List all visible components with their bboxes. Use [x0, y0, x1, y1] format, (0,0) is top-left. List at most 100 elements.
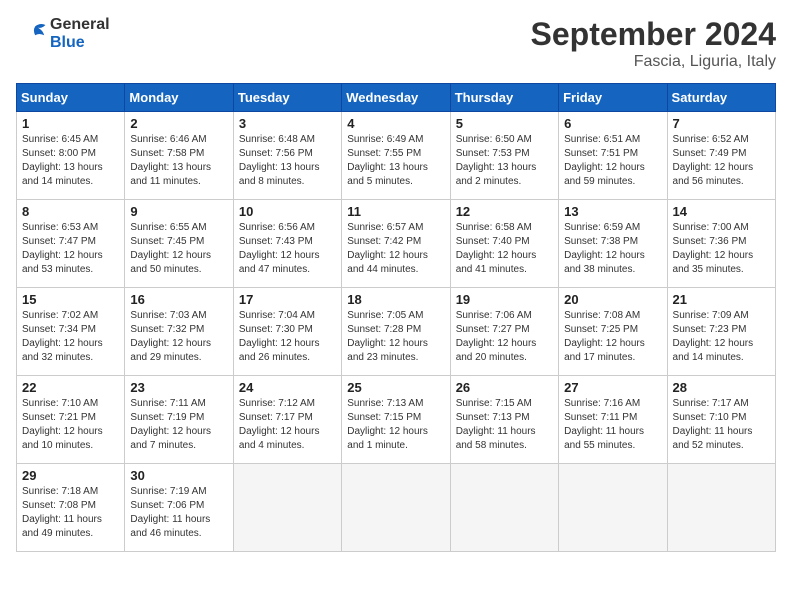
calendar-cell: 22 Sunrise: 7:10 AMSunset: 7:21 PMDayligh… [17, 376, 125, 464]
day-number: 1 [22, 116, 119, 131]
calendar-cell: 21Sunrise: 7:09 AMSunset: 7:23 PMDayligh… [667, 288, 775, 376]
day-detail: Sunrise: 6:51 AMSunset: 7:51 PMDaylight:… [564, 133, 661, 189]
day-number: 16 [130, 292, 227, 307]
calendar-cell: 3 Sunrise: 6:48 AMSunset: 7:56 PMDaylight… [233, 112, 341, 200]
day-detail: Sunrise: 7:19 AMSunset: 7:06 PMDaylight:… [130, 485, 227, 541]
day-detail: Sunrise: 6:45 AMSunset: 8:00 PMDaylight:… [22, 133, 119, 189]
day-detail: Sunrise: 7:18 AMSunset: 7:08 PMDaylight:… [22, 485, 119, 541]
day-number: 19 [456, 292, 553, 307]
day-detail: Sunrise: 7:10 AMSunset: 7:21 PMDaylight:… [22, 397, 119, 453]
calendar-cell: 6 Sunrise: 6:51 AMSunset: 7:51 PMDaylight… [559, 112, 667, 200]
calendar-cell: 15Sunrise: 7:02 AMSunset: 7:34 PMDayligh… [17, 288, 125, 376]
calendar-cell: 26Sunrise: 7:15 AMSunset: 7:13 PMDayligh… [450, 376, 558, 464]
day-number: 21 [673, 292, 770, 307]
day-number: 13 [564, 204, 661, 219]
day-number: 3 [239, 116, 336, 131]
calendar-cell [233, 464, 341, 552]
calendar-cell: 2Sunrise: 6:46 AMSunset: 7:58 PMDaylight… [125, 112, 233, 200]
calendar-cell: 19 Sunrise: 7:06 AMSunset: 7:27 PMDayligh… [450, 288, 558, 376]
calendar-cell [342, 464, 450, 552]
day-number: 22 [22, 380, 119, 395]
day-detail: Sunrise: 6:59 AMSunset: 7:38 PMDaylight:… [564, 221, 661, 277]
day-number: 29 [22, 468, 119, 483]
day-number: 6 [564, 116, 661, 131]
day-number: 7 [673, 116, 770, 131]
calendar-cell [667, 464, 775, 552]
calendar-week-3: 8 Sunrise: 6:53 AMSunset: 7:47 PMDaylight… [17, 200, 776, 288]
day-detail: Sunrise: 7:11 AMSunset: 7:19 PMDaylight:… [130, 397, 227, 453]
day-number: 25 [347, 380, 444, 395]
calendar-cell [559, 464, 667, 552]
calendar-cell: 16 Sunrise: 7:03 AMSunset: 7:32 PMDayligh… [125, 288, 233, 376]
header-row: SundayMondayTuesdayWednesdayThursdayFrid… [17, 84, 776, 112]
day-detail: Sunrise: 7:15 AMSunset: 7:13 PMDaylight:… [456, 397, 553, 453]
logo: General Blue [16, 16, 110, 51]
calendar-cell: 17 Sunrise: 7:04 AMSunset: 7:30 PMDayligh… [233, 288, 341, 376]
month-title: September 2024 [531, 16, 776, 53]
col-header-tuesday: Tuesday [233, 84, 341, 112]
day-detail: Sunrise: 7:04 AMSunset: 7:30 PMDaylight:… [239, 309, 336, 365]
day-detail: Sunrise: 7:13 AMSunset: 7:15 PMDaylight:… [347, 397, 444, 453]
day-number: 23 [130, 380, 227, 395]
calendar-cell: 18Sunrise: 7:05 AMSunset: 7:28 PMDayligh… [342, 288, 450, 376]
calendar-cell: 23 Sunrise: 7:11 AMSunset: 7:19 PMDayligh… [125, 376, 233, 464]
col-header-friday: Friday [559, 84, 667, 112]
day-number: 11 [347, 204, 444, 219]
calendar-cell: 20 Sunrise: 7:08 AMSunset: 7:25 PMDayligh… [559, 288, 667, 376]
day-detail: Sunrise: 6:57 AMSunset: 7:42 PMDaylight:… [347, 221, 444, 277]
day-detail: Sunrise: 7:00 AMSunset: 7:36 PMDaylight:… [673, 221, 770, 277]
col-header-wednesday: Wednesday [342, 84, 450, 112]
calendar-week-5: 22 Sunrise: 7:10 AMSunset: 7:21 PMDayligh… [17, 376, 776, 464]
calendar-cell: 24Sunrise: 7:12 AMSunset: 7:17 PMDayligh… [233, 376, 341, 464]
col-header-sunday: Sunday [17, 84, 125, 112]
day-detail: Sunrise: 6:56 AMSunset: 7:43 PMDaylight:… [239, 221, 336, 277]
day-detail: Sunrise: 6:55 AMSunset: 7:45 PMDaylight:… [130, 221, 227, 277]
day-detail: Sunrise: 6:49 AMSunset: 7:55 PMDaylight:… [347, 133, 444, 189]
logo-bird-icon [16, 18, 48, 50]
day-detail: Sunrise: 6:58 AMSunset: 7:40 PMDaylight:… [456, 221, 553, 277]
calendar-cell: 29 Sunrise: 7:18 AMSunset: 7:08 PMDayligh… [17, 464, 125, 552]
day-number: 5 [456, 116, 553, 131]
day-number: 20 [564, 292, 661, 307]
calendar-table: SundayMondayTuesdayWednesdayThursdayFrid… [16, 83, 776, 552]
calendar-cell: 5Sunrise: 6:50 AMSunset: 7:53 PMDaylight… [450, 112, 558, 200]
calendar-week-4: 15Sunrise: 7:02 AMSunset: 7:34 PMDayligh… [17, 288, 776, 376]
day-number: 4 [347, 116, 444, 131]
calendar-cell: 13 Sunrise: 6:59 AMSunset: 7:38 PMDayligh… [559, 200, 667, 288]
day-number: 10 [239, 204, 336, 219]
day-number: 18 [347, 292, 444, 307]
calendar-cell: 12 Sunrise: 6:58 AMSunset: 7:40 PMDayligh… [450, 200, 558, 288]
day-number: 30 [130, 468, 227, 483]
calendar-cell: 30 Sunrise: 7:19 AMSunset: 7:06 PMDayligh… [125, 464, 233, 552]
day-detail: Sunrise: 6:53 AMSunset: 7:47 PMDaylight:… [22, 221, 119, 277]
calendar-cell: 7 Sunrise: 6:52 AMSunset: 7:49 PMDaylight… [667, 112, 775, 200]
calendar-cell: 14 Sunrise: 7:00 AMSunset: 7:36 PMDayligh… [667, 200, 775, 288]
day-number: 15 [22, 292, 119, 307]
day-number: 27 [564, 380, 661, 395]
day-detail: Sunrise: 7:16 AMSunset: 7:11 PMDaylight:… [564, 397, 661, 453]
calendar-week-6: 29 Sunrise: 7:18 AMSunset: 7:08 PMDayligh… [17, 464, 776, 552]
col-header-monday: Monday [125, 84, 233, 112]
calendar-cell: 10 Sunrise: 6:56 AMSunset: 7:43 PMDayligh… [233, 200, 341, 288]
day-detail: Sunrise: 7:12 AMSunset: 7:17 PMDaylight:… [239, 397, 336, 453]
day-detail: Sunrise: 7:03 AMSunset: 7:32 PMDaylight:… [130, 309, 227, 365]
page-header: General Blue September 2024 Fascia, Ligu… [16, 16, 776, 71]
day-detail: Sunrise: 6:48 AMSunset: 7:56 PMDaylight:… [239, 133, 336, 189]
calendar-cell: 1 Sunrise: 6:45 AMSunset: 8:00 PMDaylight… [17, 112, 125, 200]
day-number: 17 [239, 292, 336, 307]
calendar-cell: 4 Sunrise: 6:49 AMSunset: 7:55 PMDaylight… [342, 112, 450, 200]
day-number: 9 [130, 204, 227, 219]
day-number: 28 [673, 380, 770, 395]
calendar-cell [450, 464, 558, 552]
day-detail: Sunrise: 7:06 AMSunset: 7:27 PMDaylight:… [456, 309, 553, 365]
day-detail: Sunrise: 6:52 AMSunset: 7:49 PMDaylight:… [673, 133, 770, 189]
calendar-cell: 11 Sunrise: 6:57 AMSunset: 7:42 PMDayligh… [342, 200, 450, 288]
day-detail: Sunrise: 7:08 AMSunset: 7:25 PMDaylight:… [564, 309, 661, 365]
calendar-cell: 28Sunrise: 7:17 AMSunset: 7:10 PMDayligh… [667, 376, 775, 464]
col-header-saturday: Saturday [667, 84, 775, 112]
day-number: 8 [22, 204, 119, 219]
calendar-cell: 25 Sunrise: 7:13 AMSunset: 7:15 PMDayligh… [342, 376, 450, 464]
day-number: 12 [456, 204, 553, 219]
day-number: 14 [673, 204, 770, 219]
day-detail: Sunrise: 6:46 AMSunset: 7:58 PMDaylight:… [130, 133, 227, 189]
